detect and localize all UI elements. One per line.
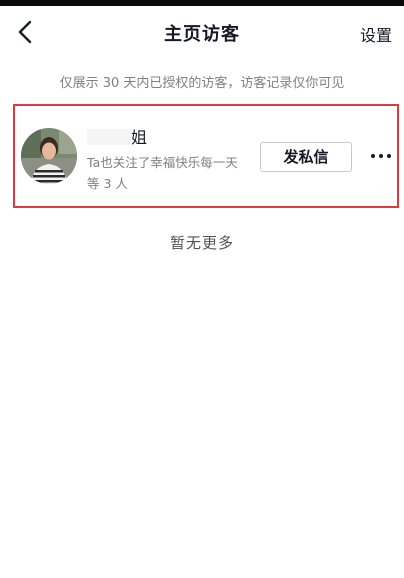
visitor-name-text: 姐 xyxy=(131,128,148,147)
visitor-name[interactable]: 姐 xyxy=(87,124,147,148)
page-title: 主页访客 xyxy=(164,24,240,45)
avatar-image xyxy=(21,128,77,184)
header-bar: 主页访客 设置 xyxy=(0,6,404,58)
settings-button[interactable]: 设置 xyxy=(360,22,392,46)
no-more-indicator: 暂无更多 xyxy=(169,234,234,252)
redacted-name-mask xyxy=(87,129,131,145)
more-dots-icon xyxy=(371,154,391,158)
send-message-button[interactable]: 发私信 xyxy=(260,142,352,172)
more-options-button[interactable] xyxy=(370,152,392,160)
visitor-mutual-follow-text: Ta也关注了幸福快乐每一天等 3 人 xyxy=(87,155,238,191)
avatar[interactable] xyxy=(21,128,77,184)
privacy-notice: 仅展示 30 天内已授权的访客，访客记录仅你可见 xyxy=(59,76,345,91)
visitor-list-item[interactable]: 姐 Ta也关注了幸福快乐每一天等 3 人 发私信 xyxy=(13,104,399,208)
visitors-page: 主页访客 设置 仅展示 30 天内已授权的访客，访客记录仅你可见 姐 Ta也关注… xyxy=(0,0,404,578)
